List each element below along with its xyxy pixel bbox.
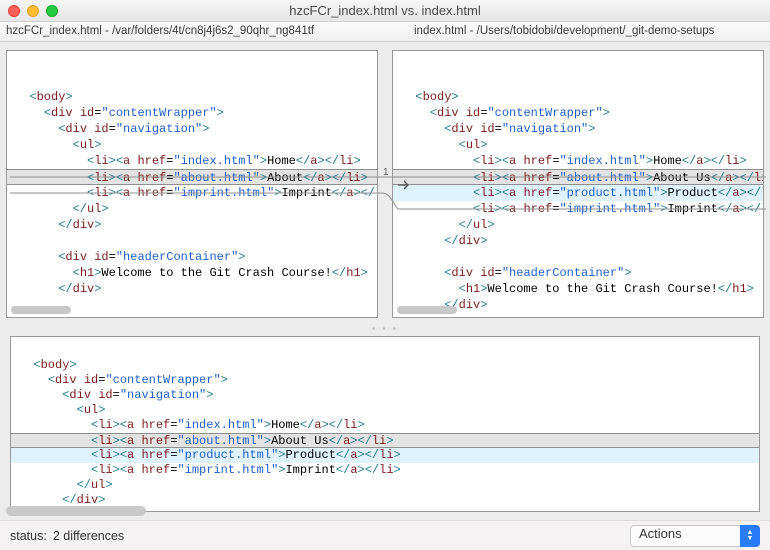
code-line: </ul> xyxy=(393,217,763,233)
chevron-updown-icon: ▲▼ xyxy=(740,525,760,547)
titlebar: hzcFCr_index.html vs. index.html xyxy=(0,0,770,22)
code-line xyxy=(7,57,377,73)
code-line: <li><a href="index.html">Home</a></li> xyxy=(11,418,759,433)
code-line: <body> xyxy=(393,89,763,105)
code-line xyxy=(393,249,763,265)
window-controls xyxy=(8,5,58,17)
code-line: <div id="headerContainer"> xyxy=(7,249,377,265)
code-line: <li><a href="product.html">Product</a></… xyxy=(393,185,763,201)
diff-top-row: <body> <div id="contentWrapper"> <div id… xyxy=(4,50,766,318)
right-file-path: index.html - /Users/tobidobi/development… xyxy=(408,22,770,41)
scroll-thumb[interactable] xyxy=(6,506,146,516)
diff-hunk-number: 1 xyxy=(383,167,389,178)
merged-pane[interactable]: <body> <div id="contentWrapper"> <div id… xyxy=(10,336,760,512)
code-line: <li><a href="imprint.html">Imprint</a></… xyxy=(7,185,377,201)
scroll-thumb[interactable] xyxy=(397,306,457,314)
code-line: <li><a href="imprint.html">Imprint</a></… xyxy=(393,201,763,217)
status-label: status: xyxy=(10,529,47,543)
code-line: <li><a href="about.html">About Us</a></l… xyxy=(11,433,759,448)
code-line: </ul> xyxy=(11,478,759,493)
status-bar: status: 2 differences Actions ▲▼ xyxy=(0,520,770,550)
code-line: <ul> xyxy=(11,403,759,418)
code-line: <div id="contentWrapper"> xyxy=(11,373,759,388)
code-line: <ul> xyxy=(7,137,377,153)
code-line xyxy=(393,57,763,73)
close-icon[interactable] xyxy=(8,5,20,17)
file-paths-bar: hzcFCr_index.html - /var/folders/4t/cn8j… xyxy=(0,22,770,42)
workarea: <body> <div id="contentWrapper"> <div id… xyxy=(0,42,770,512)
code-line xyxy=(11,343,759,358)
code-line: <body> xyxy=(7,89,377,105)
code-line: <div id="headerContainer"> xyxy=(393,265,763,281)
status-text: 2 differences xyxy=(53,529,124,543)
code-line: <div id="navigation"> xyxy=(11,388,759,403)
actions-dropdown[interactable]: Actions ▲▼ xyxy=(630,525,760,547)
code-line: <li><a href="about.html">About Us</a></l… xyxy=(393,169,763,185)
code-line: </div> xyxy=(393,233,763,249)
left-diff-pane[interactable]: <body> <div id="contentWrapper"> <div id… xyxy=(6,50,378,318)
code-line: </ul> xyxy=(7,201,377,217)
code-line: <ul> xyxy=(393,137,763,153)
code-line xyxy=(393,73,763,89)
code-line: <li><a href="index.html">Home</a></li> xyxy=(393,153,763,169)
right-hscroll[interactable] xyxy=(397,306,759,314)
code-line: <li><a href="index.html">Home</a></li> xyxy=(7,153,377,169)
code-line: <h1>Welcome to the Git Crash Course!</h1… xyxy=(393,281,763,297)
code-line: <li><a href="product.html">Product</a></… xyxy=(11,448,759,463)
merged-code: <body> <div id="contentWrapper"> <div id… xyxy=(11,337,759,508)
code-line: <div id="contentWrapper"> xyxy=(393,105,763,121)
code-line: <div id="contentWrapper"> xyxy=(7,105,377,121)
code-line: <div id="navigation"> xyxy=(393,121,763,137)
code-line: </div> xyxy=(7,281,377,297)
code-line: <li><a href="about.html">About</a></li> xyxy=(7,169,377,185)
zoom-icon[interactable] xyxy=(46,5,58,17)
code-line: <li><a href="imprint.html">Imprint</a></… xyxy=(11,463,759,478)
code-line xyxy=(7,73,377,89)
code-line: </div> xyxy=(7,217,377,233)
code-line: <h1>Welcome to the Git Crash Course!</h1… xyxy=(7,265,377,281)
minimize-icon[interactable] xyxy=(27,5,39,17)
code-line xyxy=(7,233,377,249)
right-diff-pane[interactable]: <body> <div id="contentWrapper"> <div id… xyxy=(392,50,764,318)
right-code: <body> <div id="contentWrapper"> <div id… xyxy=(393,51,763,313)
scroll-thumb[interactable] xyxy=(11,306,71,314)
left-code: <body> <div id="contentWrapper"> <div id… xyxy=(7,51,377,297)
merged-hscroll[interactable] xyxy=(6,506,764,516)
left-file-path: hzcFCr_index.html - /var/folders/4t/cn8j… xyxy=(0,22,408,41)
pane-splitter[interactable]: • • • xyxy=(4,324,766,336)
code-line: <body> xyxy=(11,358,759,373)
window-title: hzcFCr_index.html vs. index.html xyxy=(0,3,770,18)
code-line: <div id="navigation"> xyxy=(7,121,377,137)
left-hscroll[interactable] xyxy=(11,306,373,314)
